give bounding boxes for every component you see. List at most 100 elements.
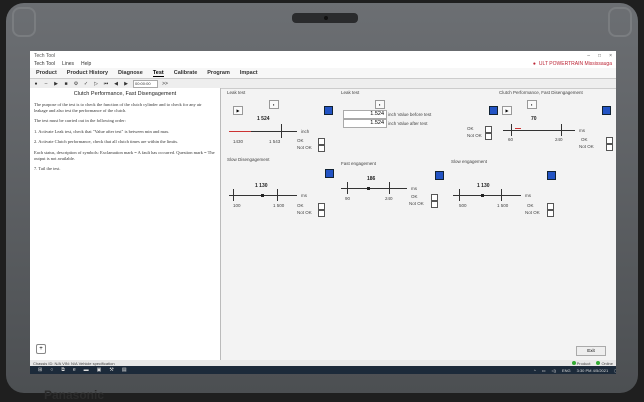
- status-vehicle-info: Chassis ID: N/A VIN: N/A Vehicle specifi…: [33, 360, 115, 366]
- stop-icon[interactable]: ■: [63, 81, 69, 87]
- clutch-perf-play-button[interactable]: ▶: [502, 106, 512, 115]
- webcam: [292, 13, 358, 23]
- leak-test-notok-checkbox[interactable]: [318, 145, 325, 152]
- diagnostic-icon[interactable]: ⚙: [73, 81, 79, 87]
- volume-icon[interactable]: ◁): [552, 368, 556, 373]
- chevron-up-icon[interactable]: ^: [534, 368, 536, 373]
- online-status-label: Online: [601, 360, 613, 366]
- slow-engagement-min-tick: [459, 189, 460, 201]
- fast-engagement-min-tick: [347, 182, 348, 194]
- clutch-perf-max: 240: [555, 137, 563, 142]
- value-before-test-label: inch Value before test: [388, 112, 432, 117]
- slow-engagement-scale: [453, 195, 521, 196]
- clutch-perf-left-ok-checkbox[interactable]: [485, 126, 492, 133]
- leak-test-marker: [281, 124, 282, 138]
- user-info[interactable]: ● ULT POWERTRAIN Mississauga: [533, 61, 612, 67]
- camera-lens: [324, 16, 328, 20]
- slow-disengagement-min: 100: [233, 203, 241, 208]
- step-icon[interactable]: ▶: [123, 81, 129, 87]
- slow-engagement-max: 1 500: [497, 203, 509, 208]
- left-hinge: [12, 7, 36, 37]
- clock[interactable]: 3:30 PM 4/5/2021: [577, 368, 609, 373]
- slow-disengagement-value: 1 130: [255, 183, 268, 189]
- slow-disengagement-status-indicator: [325, 169, 334, 178]
- menu-help[interactable]: Help: [81, 61, 91, 67]
- clutch-perf-gauge-button[interactable]: ◐: [527, 100, 537, 109]
- rewind-icon[interactable]: ⏮: [103, 81, 109, 87]
- windows-taskbar: ⊞ ○ ⧉ e ▬ ▣ ⚒ ▤ ^ ▭ ◁) ENG 3:30 PM 4/5/2…: [30, 366, 616, 374]
- slow-engagement-notok-checkbox[interactable]: [547, 210, 554, 217]
- leak-test-ok-checkbox[interactable]: [318, 138, 325, 145]
- leak-test-unit: inch: [301, 129, 310, 134]
- fast-engagement-ok-checkbox[interactable]: [431, 194, 438, 201]
- notifications-icon[interactable]: ▢: [614, 368, 616, 373]
- step-back-icon[interactable]: ◀: [113, 81, 119, 87]
- fast-engagement-title: Fast engagement: [341, 161, 377, 166]
- clutch-perf-status-indicator: [602, 106, 611, 115]
- instructions-heading: Clutch Performance, Fast Disengagement: [73, 91, 177, 97]
- skip-forward-icon[interactable]: ▷: [93, 81, 99, 87]
- fast-engagement-max-tick: [389, 182, 390, 194]
- tech-tool-taskbar-icon[interactable]: ⚒: [109, 367, 113, 373]
- tab-impact[interactable]: Impact: [240, 70, 258, 76]
- info-icon[interactable]: ●: [33, 81, 39, 87]
- check-icon[interactable]: ✓: [83, 81, 89, 87]
- next-icon[interactable]: >>: [162, 81, 168, 87]
- clutch-perf-notok-label: Not OK: [579, 144, 594, 149]
- value-before-test-field: 1.524: [343, 110, 387, 119]
- leak-test-value: 1 524: [257, 116, 270, 122]
- tab-product[interactable]: Product: [36, 70, 57, 76]
- task-view-icon[interactable]: ⧉: [61, 367, 65, 373]
- time-field[interactable]: 00:00:00: [133, 79, 158, 88]
- edge-icon[interactable]: e: [73, 367, 76, 373]
- laptop-brand: Panasonic: [44, 388, 105, 402]
- clutch-perf-min: 60: [508, 137, 514, 142]
- fast-engagement-status-indicator: [435, 171, 444, 180]
- leak-test-2-gauge-button[interactable]: ◐: [375, 100, 385, 109]
- windows-start-icon[interactable]: ⊞: [38, 367, 42, 373]
- leak-test-play-button[interactable]: ▶: [233, 106, 243, 115]
- fast-engagement-max: 240: [385, 196, 393, 201]
- slow-engagement-ok-checkbox[interactable]: [547, 203, 554, 210]
- network-icon[interactable]: ▭: [542, 368, 546, 373]
- slow-disengagement-notok-label: Not OK: [297, 210, 312, 215]
- menu-lines[interactable]: Lines: [62, 61, 74, 67]
- play-icon[interactable]: ▶: [53, 81, 59, 87]
- clutch-perf-notok-checkbox[interactable]: [606, 144, 613, 151]
- instruction-paragraph: 2. Activate Clutch performance, check th…: [34, 139, 179, 145]
- clutch-perf-ok-label: OK: [581, 137, 588, 142]
- clutch-perf-ok-checkbox[interactable]: [606, 137, 613, 144]
- app-title: Tech Tool: [34, 52, 56, 59]
- clutch-perf-left-notok-checkbox[interactable]: [485, 133, 492, 140]
- minus-icon[interactable]: –: [43, 81, 49, 87]
- clutch-perf-left-notok-label: Not OK: [467, 133, 482, 138]
- maximize-icon[interactable]: □: [598, 53, 601, 59]
- tab-program[interactable]: Program: [207, 70, 230, 76]
- app-taskbar-icon[interactable]: ▤: [122, 367, 127, 373]
- slow-disengagement-marker: [261, 194, 264, 197]
- fast-engagement-notok-label: Not OK: [409, 201, 424, 206]
- fast-engagement-notok-checkbox[interactable]: [431, 201, 438, 208]
- tab-diagnose[interactable]: Diagnose: [118, 70, 143, 76]
- instructions-panel: Clutch Performance, Fast Disengagement T…: [30, 88, 221, 360]
- language-indicator[interactable]: ENG: [562, 368, 571, 373]
- tab-calibrate[interactable]: Calibrate: [174, 70, 198, 76]
- slow-disengagement-max-tick: [277, 189, 278, 201]
- zoom-icon[interactable]: +: [36, 344, 46, 354]
- tab-product-history[interactable]: Product History: [67, 70, 108, 76]
- close-icon[interactable]: ×: [609, 53, 612, 59]
- value-after-test-field: 1.524: [343, 119, 387, 128]
- fast-engagement-value: 186: [367, 176, 376, 182]
- right-hinge: [608, 7, 632, 37]
- tab-test[interactable]: Test: [152, 70, 164, 77]
- product-status-label: Product: [576, 360, 591, 366]
- slow-disengagement-ok-checkbox[interactable]: [318, 203, 325, 210]
- store-icon[interactable]: ▣: [97, 367, 102, 373]
- leak-test-gauge-button[interactable]: ◐: [269, 100, 279, 109]
- search-icon[interactable]: ○: [50, 367, 53, 373]
- slow-disengagement-notok-checkbox[interactable]: [318, 210, 325, 217]
- exit-button[interactable]: Exit: [576, 346, 606, 356]
- file-explorer-icon[interactable]: ▬: [84, 367, 89, 373]
- menu-tech-tool[interactable]: Tech Tool: [34, 61, 55, 67]
- minimize-icon[interactable]: –: [587, 53, 590, 59]
